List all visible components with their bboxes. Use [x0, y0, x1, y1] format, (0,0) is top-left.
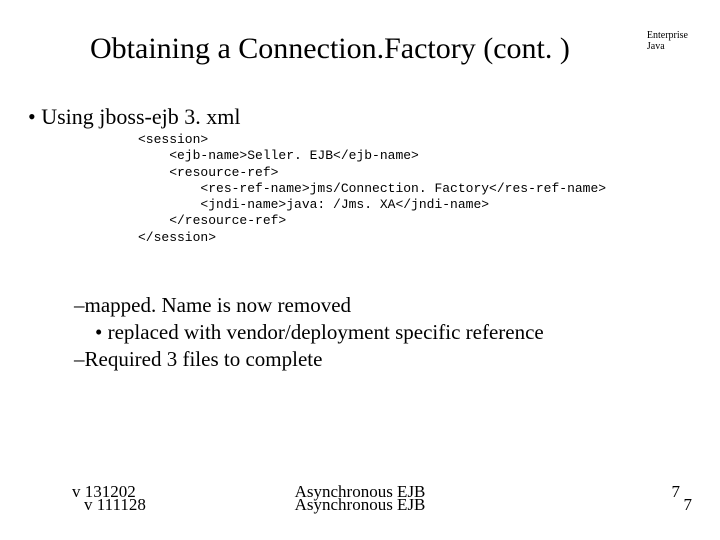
footer-page-2: 7 [684, 495, 693, 515]
footer-title-2: Asynchronous EJB [0, 495, 720, 515]
bullet-using-jboss: • Using jboss-ejb 3. xml [28, 104, 240, 130]
corner-label: Enterprise Java [647, 30, 688, 52]
corner-line1: Enterprise [647, 30, 688, 41]
code-block: <session> <ejb-name>Seller. EJB</ejb-nam… [138, 132, 606, 246]
slide-title: Obtaining a Connection.Factory (cont. ) [90, 32, 570, 66]
slide: Obtaining a Connection.Factory (cont. ) … [0, 0, 720, 540]
note-mapped-name: –mapped. Name is now removed [74, 292, 544, 319]
note-replaced: • replaced with vendor/deployment specif… [74, 319, 544, 346]
footer-page-1: 7 [672, 482, 681, 502]
corner-line2: Java [647, 41, 688, 52]
note-required: –Required 3 files to complete [74, 346, 544, 373]
sub-notes: –mapped. Name is now removed • replaced … [74, 292, 544, 373]
